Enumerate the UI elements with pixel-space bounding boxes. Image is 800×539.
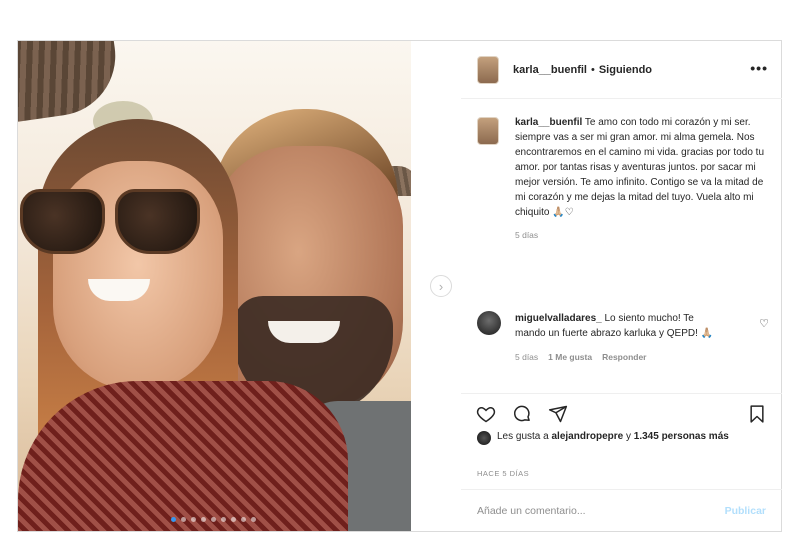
post-caption: karla__buenfil Te amo con todo mi corazó… xyxy=(477,115,769,243)
separator-dot: • xyxy=(590,63,595,76)
carousel-dot xyxy=(251,517,256,522)
post-sidebar: karla__buenfil • Siguiendo ••• karla__bu… xyxy=(461,41,782,531)
caption-time[interactable]: 5 días xyxy=(515,228,769,243)
author-username[interactable]: karla__buenfil xyxy=(513,64,587,76)
photo-lens-right xyxy=(115,189,200,254)
comment-body: miguelvalladares_ Lo siento mucho! Te ma… xyxy=(515,311,715,365)
add-comment-bar: Publicar xyxy=(461,489,782,531)
heart-icon[interactable] xyxy=(475,403,497,425)
caption-body: karla__buenfil Te amo con todo mi corazó… xyxy=(515,115,769,243)
chevron-right-icon: › xyxy=(438,278,444,294)
likes-prefix: Les gusta a xyxy=(497,431,549,442)
photo-man-smile xyxy=(268,321,340,343)
likes-text: Les gusta a alejandropepre y 1.345 perso… xyxy=(497,430,729,444)
action-bar xyxy=(461,393,782,433)
comment-username[interactable]: miguelvalladares_ xyxy=(515,313,602,324)
comment-icon[interactable] xyxy=(511,403,533,425)
bookmark-icon[interactable] xyxy=(746,403,768,425)
photo-woman-top xyxy=(18,381,348,531)
caption-author-avatar[interactable] xyxy=(477,117,499,145)
caption-text: Te amo con todo mi corazón y mi ser. sie… xyxy=(515,117,765,218)
liker-username[interactable]: alejandropepre xyxy=(552,431,624,442)
author-avatar[interactable] xyxy=(477,55,499,84)
likes-others[interactable]: 1.345 personas más xyxy=(634,431,729,442)
publish-button[interactable]: Publicar xyxy=(725,505,766,517)
carousel-dot xyxy=(191,517,196,522)
carousel-dot xyxy=(201,517,206,522)
carousel-dot xyxy=(241,517,246,522)
likes-conj: y xyxy=(625,431,631,442)
follow-status-button[interactable]: Siguiendo xyxy=(599,64,652,76)
post-photo[interactable] xyxy=(18,41,411,531)
photo-sunglasses xyxy=(20,189,205,259)
carousel-dot xyxy=(211,517,216,522)
comment-item: miguelvalladares_ Lo siento mucho! Te ma… xyxy=(477,311,769,365)
carousel-dot xyxy=(171,517,176,522)
comment-time[interactable]: 5 días xyxy=(515,350,538,365)
comment-heart-icon[interactable]: ♡ xyxy=(759,317,769,330)
post-header: karla__buenfil • Siguiendo ••• xyxy=(461,41,782,99)
carousel-dot xyxy=(181,517,186,522)
carousel-dots xyxy=(171,517,256,522)
comment-input[interactable] xyxy=(477,504,725,517)
carousel-next-button[interactable]: › xyxy=(430,275,452,297)
carousel-dot xyxy=(221,517,226,522)
carousel-dot xyxy=(231,517,236,522)
post-time[interactable]: HACE 5 DÍAS xyxy=(477,469,529,478)
comment-reply-button[interactable]: Responder xyxy=(602,350,646,365)
caption-username[interactable]: karla__buenfil xyxy=(515,117,582,128)
instagram-post: › karla__buenfil • Siguiendo ••• karla__… xyxy=(17,40,782,532)
comment-meta: 5 días 1 Me gusta Responder xyxy=(515,350,715,365)
more-horizontal-icon[interactable]: ••• xyxy=(750,60,768,76)
share-icon[interactable] xyxy=(547,403,569,425)
photo-lens-left xyxy=(20,189,105,254)
likes-summary: Les gusta a alejandropepre y 1.345 perso… xyxy=(477,430,769,445)
comment-likes[interactable]: 1 Me gusta xyxy=(548,350,592,365)
liker-avatar[interactable] xyxy=(477,431,491,445)
comment-avatar[interactable] xyxy=(477,311,501,335)
